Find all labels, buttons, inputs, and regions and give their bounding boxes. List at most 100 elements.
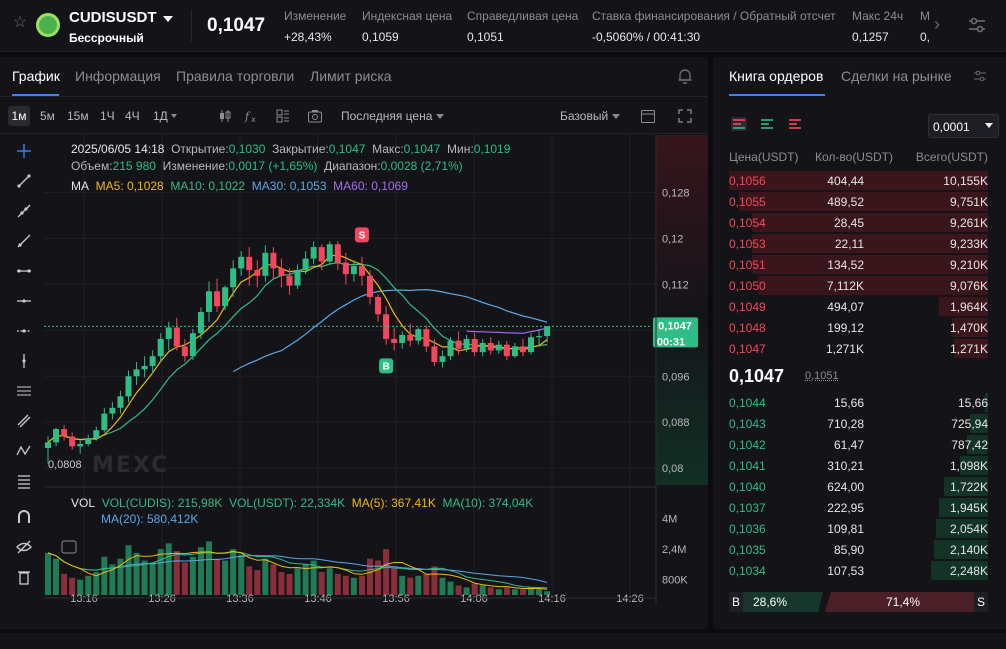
tab-info[interactable]: Информация bbox=[75, 68, 161, 84]
view-mode-select[interactable]: Базовый bbox=[560, 109, 608, 123]
tab-chart[interactable]: График bbox=[12, 68, 60, 84]
timeframe-1d[interactable]: 1Д bbox=[153, 109, 168, 123]
chevron-down-icon[interactable] bbox=[612, 114, 620, 119]
candle-body bbox=[415, 329, 422, 341]
candlestick-type-icon[interactable] bbox=[217, 108, 233, 124]
text-lines-icon[interactable] bbox=[16, 473, 32, 489]
y-tick-label: 0,128 bbox=[662, 188, 690, 200]
ask-row[interactable]: 0,1056 404,44 10,155K bbox=[729, 170, 988, 191]
candle-body bbox=[447, 340, 454, 357]
ask-row[interactable]: 0,1054 28,45 9,261K bbox=[729, 212, 988, 233]
parallel-channel-icon[interactable] bbox=[16, 413, 32, 429]
bid-row[interactable]: 0,1034 107,53 2,248K bbox=[729, 560, 988, 581]
orderbook-mode-both-icon[interactable] bbox=[731, 117, 747, 131]
candle-body bbox=[238, 256, 245, 269]
stat-label[interactable]: Ставка финансирования / Обратный отсчет bbox=[592, 9, 836, 23]
candle-body bbox=[165, 327, 172, 339]
ask-price: 0,1056 bbox=[729, 174, 766, 188]
chart-tabs: График Информация Правила торговли Лимит… bbox=[0, 57, 708, 97]
tab-risk-limit[interactable]: Лимит риска bbox=[310, 68, 392, 84]
vertical-line-icon[interactable] bbox=[16, 353, 32, 369]
timeframe-1m[interactable]: 1м bbox=[8, 106, 30, 126]
bid-row[interactable]: 0,1037 222,95 1,945K bbox=[729, 497, 988, 518]
camera-icon[interactable] bbox=[307, 108, 323, 124]
price-chart[interactable]: MEXC 0,1280,120,1120,1040,0960,0880,08 4… bbox=[44, 135, 708, 605]
bid-row[interactable]: 0,1041 310,21 1,098K bbox=[729, 455, 988, 476]
candle-body bbox=[262, 252, 269, 276]
stat-label[interactable]: Справедливая цена bbox=[467, 9, 578, 23]
ask-price: 0,1053 bbox=[729, 237, 766, 251]
symbol-name[interactable]: CUDISUSDT bbox=[69, 9, 157, 26]
stat-label[interactable]: Индексная цена bbox=[362, 9, 452, 23]
favorite-star-icon[interactable]: ☆ bbox=[11, 14, 29, 32]
bid-price: 0,1040 bbox=[729, 480, 766, 494]
hide-drawings-icon[interactable] bbox=[16, 539, 32, 555]
timeframe-5m[interactable]: 5м bbox=[40, 109, 55, 123]
bid-row[interactable]: 0,1036 109,81 2,054K bbox=[729, 518, 988, 539]
ask-total: 1,470K bbox=[949, 321, 988, 335]
layout-grid-icon[interactable] bbox=[275, 108, 291, 124]
stat-low-24h: М 0, bbox=[920, 9, 930, 44]
ask-row[interactable]: 0,1048 199,12 1,470K bbox=[729, 317, 988, 338]
ask-row[interactable]: 0,1049 494,07 1,964K bbox=[729, 296, 988, 317]
tab-orderbook[interactable]: Книга ордеров bbox=[729, 68, 823, 84]
ask-row[interactable]: 0,1050 7,112K 9,076K bbox=[729, 275, 988, 296]
price-line-icon[interactable] bbox=[16, 323, 32, 339]
trash-icon[interactable] bbox=[16, 569, 32, 585]
bid-qty: 310,21 bbox=[827, 459, 864, 473]
timeframe-dropdown-icon[interactable] bbox=[171, 114, 177, 118]
orderbook-mode-asks-icon[interactable] bbox=[787, 117, 803, 131]
ask-row[interactable]: 0,1053 22,11 9,233K bbox=[729, 233, 988, 254]
vol-legend[interactable]: VOL VOL(CUDIS): 215,98K VOL(USDT): 22,33… bbox=[71, 496, 533, 510]
candle-body bbox=[528, 337, 534, 353]
orderbook-mode-bids-icon[interactable] bbox=[759, 117, 775, 131]
ask-row[interactable]: 0,1051 134,52 9,210K bbox=[729, 254, 988, 275]
bid-row[interactable]: 0,1044 15,66 15,66 bbox=[729, 392, 988, 413]
header-total: Всего(USDT) bbox=[915, 150, 988, 164]
bid-price: 0,1036 bbox=[729, 522, 766, 536]
fullscreen-icon[interactable] bbox=[677, 108, 693, 124]
timeframe-15m[interactable]: 15м bbox=[67, 109, 89, 123]
horizontal-ray-icon[interactable] bbox=[16, 263, 32, 279]
timeframe-1h[interactable]: 1Ч bbox=[100, 109, 115, 123]
horizontal-line-icon[interactable] bbox=[16, 293, 32, 309]
extended-line-icon[interactable] bbox=[16, 233, 32, 249]
bell-icon[interactable] bbox=[677, 67, 693, 85]
chevron-down-icon[interactable] bbox=[436, 114, 444, 119]
symbol-dropdown-icon[interactable] bbox=[163, 16, 173, 22]
chevron-down-icon[interactable] bbox=[985, 123, 993, 128]
magnet-icon[interactable] bbox=[16, 509, 32, 525]
bid-row[interactable]: 0,1043 710,28 725,94 bbox=[729, 413, 988, 434]
candle-body bbox=[69, 436, 76, 447]
tab-market-trades[interactable]: Сделки на рынке bbox=[841, 68, 952, 84]
crosshair-icon[interactable] bbox=[16, 143, 32, 159]
candle-body bbox=[270, 252, 277, 269]
stat-change: Изменение +28,43% bbox=[284, 9, 346, 44]
vol-pane-icon[interactable] bbox=[61, 540, 77, 554]
timeframe-4h[interactable]: 4Ч bbox=[125, 109, 140, 123]
ask-qty: 404,44 bbox=[827, 174, 864, 188]
bid-row[interactable]: 0,1040 624,00 1,722K bbox=[729, 476, 988, 497]
bid-row[interactable]: 0,1035 85,90 2,140K bbox=[729, 539, 988, 560]
stat-high-24h: Макс 24ч 0,1257 bbox=[852, 9, 903, 44]
chevron-right-icon[interactable]: › bbox=[934, 14, 940, 35]
chart-canvas[interactable]: MEXC 0,1280,120,1120,1040,0960,0880,08 4… bbox=[44, 135, 708, 605]
fib-retracement-icon[interactable] bbox=[16, 383, 32, 399]
bid-row[interactable]: 0,1042 61,47 787,42 bbox=[729, 434, 988, 455]
ask-row[interactable]: 0,1055 489,52 9,751K bbox=[729, 191, 988, 212]
settings-sliders-icon[interactable] bbox=[965, 13, 989, 37]
y-tick-label: 0,08 bbox=[662, 463, 683, 475]
ma-legend[interactable]: MA MA5: 0,1028 MA10: 0,1022 MA30: 0,1053… bbox=[71, 179, 408, 193]
bid-total: 1,722K bbox=[949, 480, 988, 494]
bid-price: 0,1034 bbox=[729, 564, 766, 578]
ray-line-icon[interactable] bbox=[16, 203, 32, 219]
trend-line-icon[interactable] bbox=[16, 173, 32, 189]
price-type-select[interactable]: Последняя цена bbox=[341, 109, 432, 123]
indicators-fx-icon[interactable]: f x bbox=[244, 108, 260, 124]
ask-row[interactable]: 0,1047 1,271K 1,271K bbox=[729, 338, 988, 359]
settings-sliders-icon[interactable] bbox=[972, 68, 988, 84]
calendar-icon[interactable] bbox=[640, 108, 656, 124]
volume-bar bbox=[262, 558, 269, 595]
pattern-tool-icon[interactable] bbox=[16, 443, 32, 459]
tab-trading-rules[interactable]: Правила торговли bbox=[176, 68, 294, 84]
